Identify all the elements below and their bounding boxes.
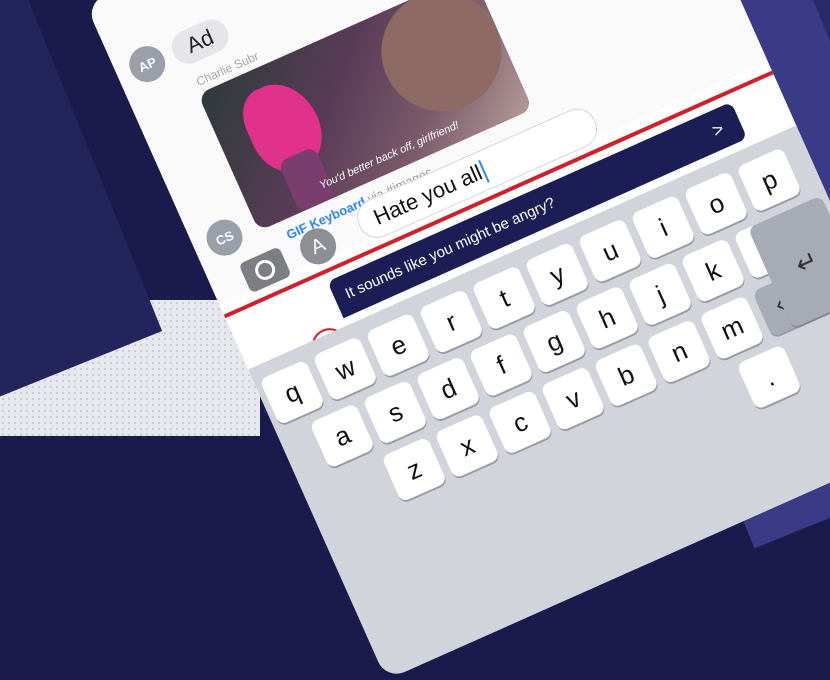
key-w[interactable]: w (312, 335, 379, 402)
avatar[interactable]: CS (200, 213, 249, 262)
key-k[interactable]: k (680, 237, 747, 304)
chevron-right-icon[interactable]: > (705, 109, 731, 150)
key-r[interactable]: r (418, 288, 485, 355)
key-h[interactable]: h (574, 284, 641, 351)
key-e[interactable]: e (365, 312, 432, 379)
key-g[interactable]: g (521, 308, 588, 375)
camera-icon[interactable] (238, 246, 292, 294)
key-p[interactable]: p (736, 147, 803, 214)
key-o[interactable]: o (683, 170, 750, 237)
key-z[interactable]: z (381, 436, 448, 503)
key-b[interactable]: b (593, 342, 660, 409)
key-f[interactable]: f (468, 332, 535, 399)
key-i[interactable]: i (630, 194, 697, 261)
key-x[interactable]: x (434, 412, 501, 479)
key-q[interactable]: q (259, 359, 326, 426)
key-t[interactable]: t (471, 265, 538, 332)
key-v[interactable]: v (540, 365, 607, 432)
key-d[interactable]: d (415, 355, 482, 422)
key-u[interactable]: u (577, 217, 644, 284)
key-period[interactable]: . (736, 344, 803, 411)
key-y[interactable]: y (524, 241, 591, 308)
key-j[interactable]: j (627, 261, 694, 328)
key-s[interactable]: s (362, 379, 429, 446)
message-bubble[interactable]: Ad (166, 14, 234, 70)
avatar[interactable]: AP (123, 40, 171, 88)
key-c[interactable]: c (487, 389, 554, 456)
key-n[interactable]: n (646, 318, 713, 385)
key-m[interactable]: m (699, 294, 766, 361)
